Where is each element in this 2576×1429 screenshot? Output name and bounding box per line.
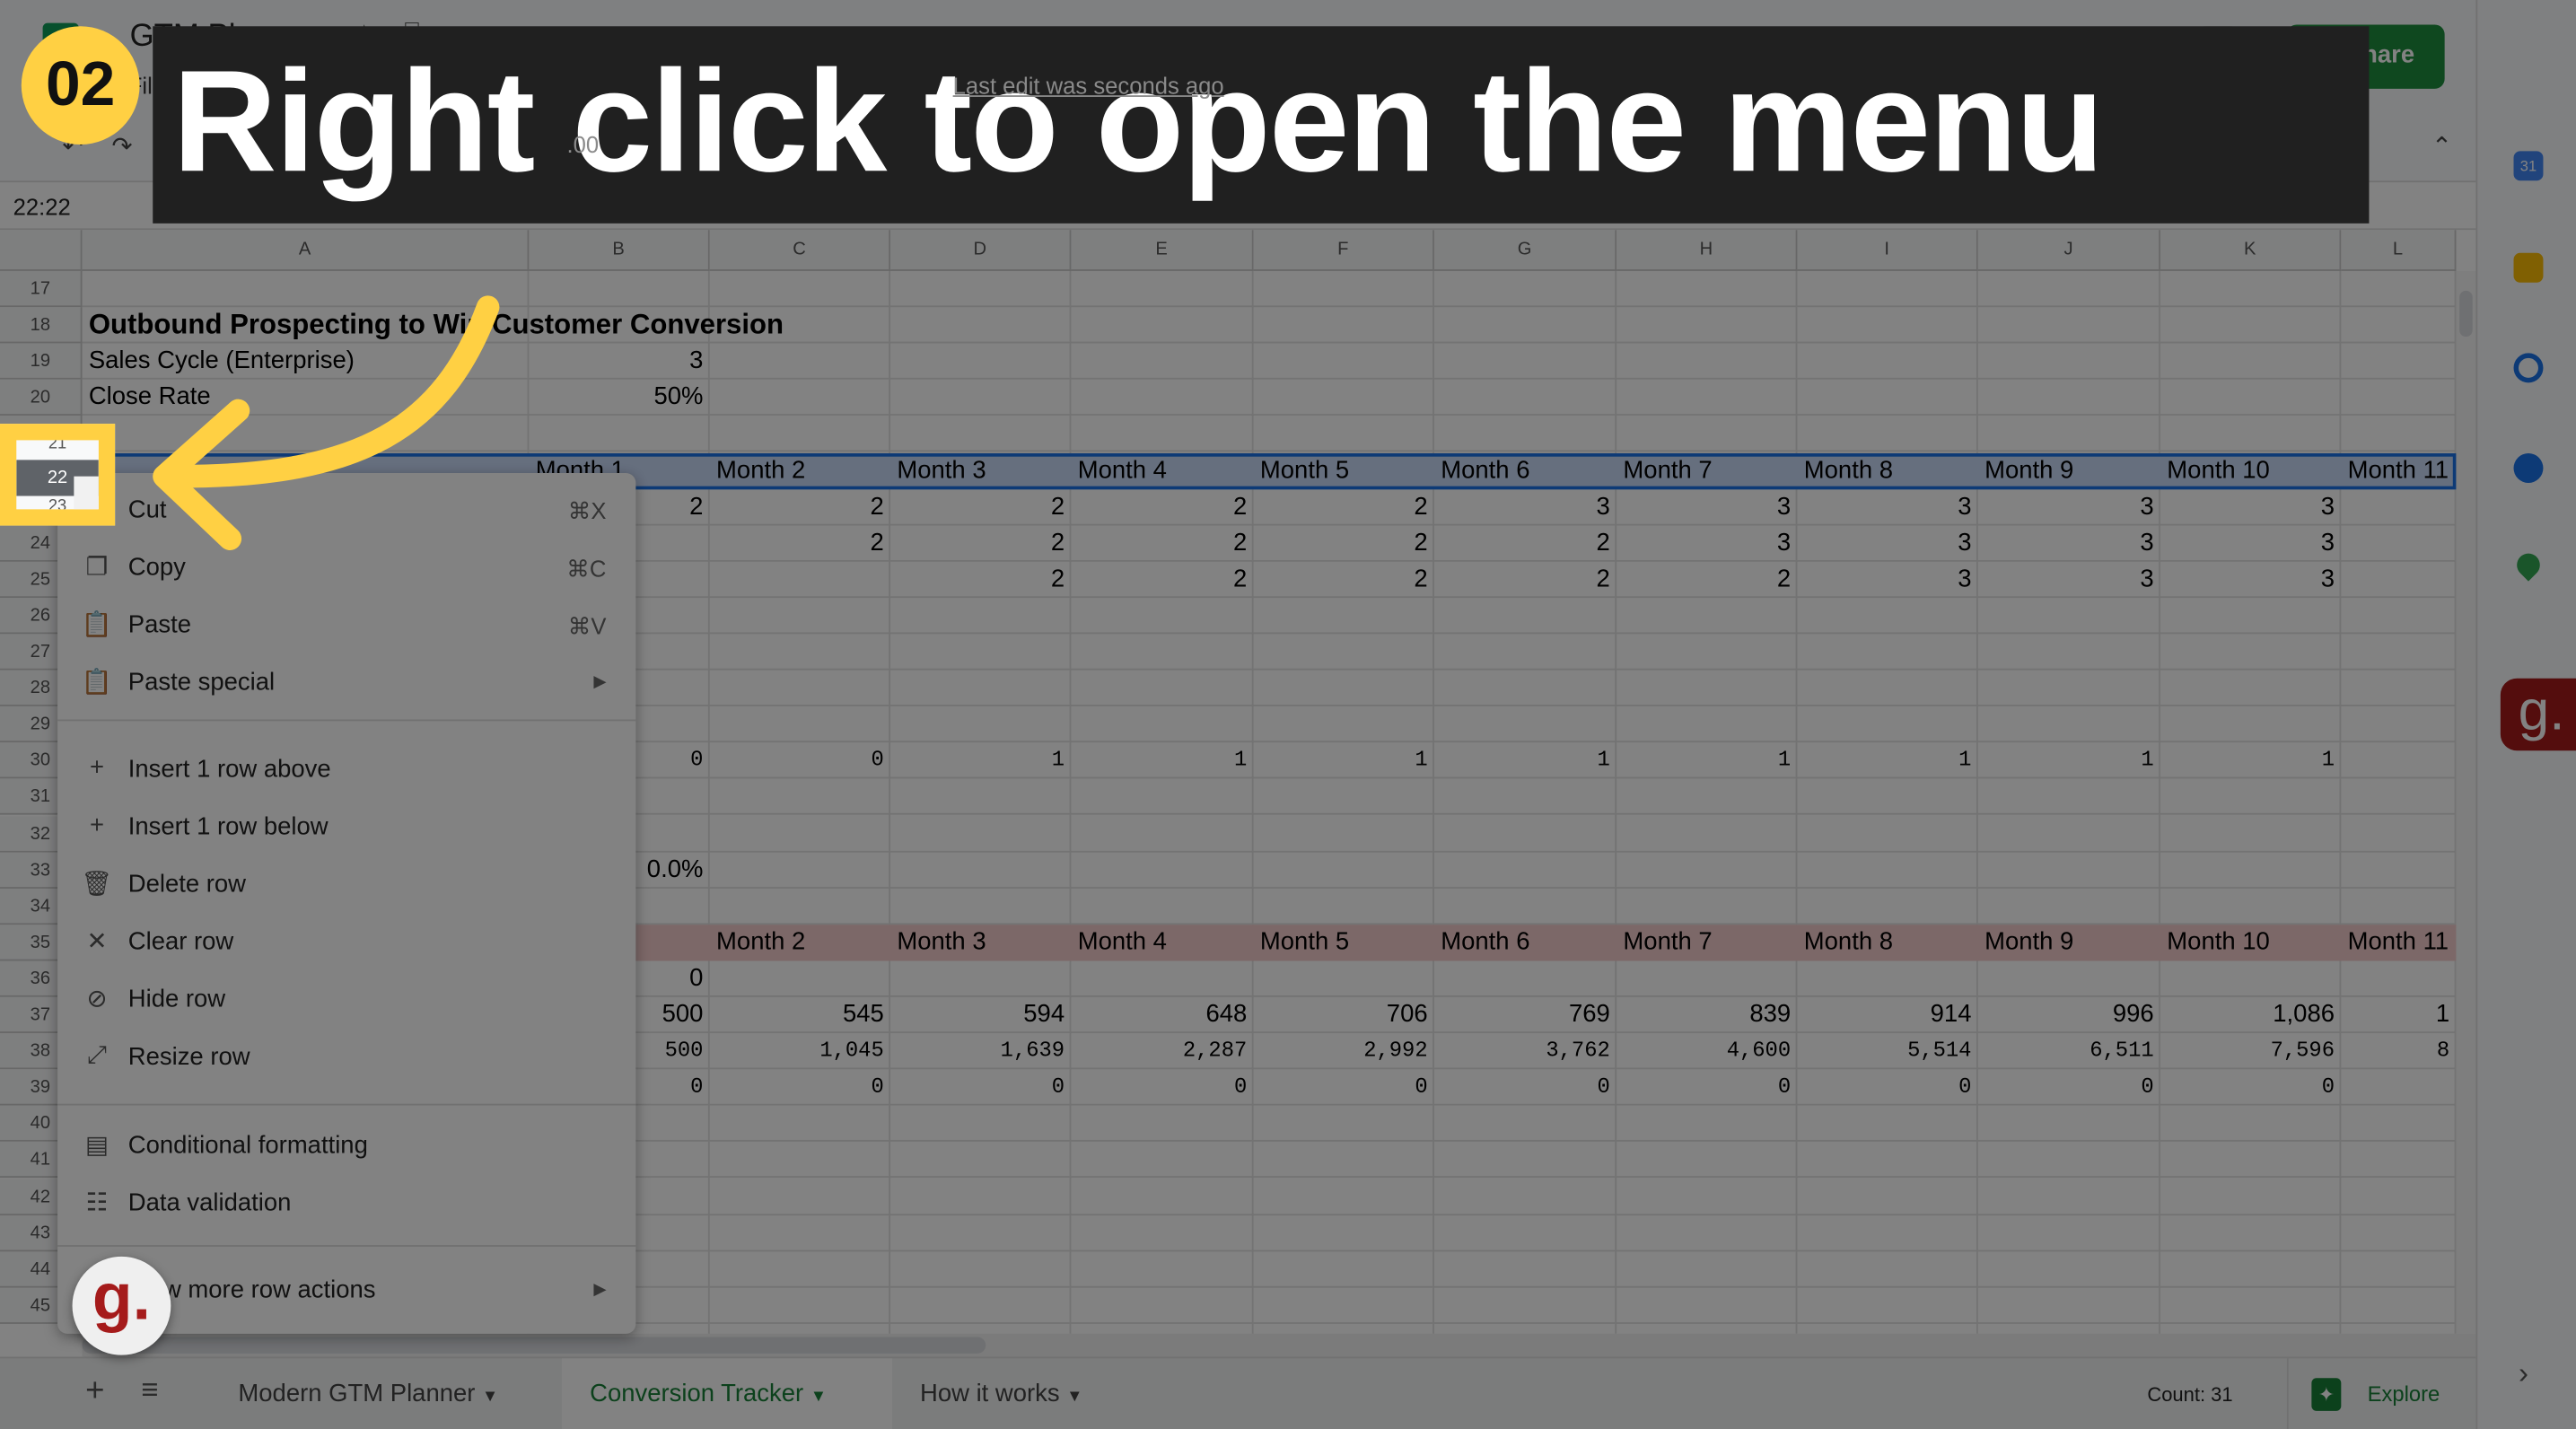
- decimal-button[interactable]: .00: [566, 131, 599, 157]
- screen: GTM Planner ☆ ⎘ ☁ FileEditViewInsertForm…: [0, 0, 2576, 1429]
- arrow-curve: [169, 295, 500, 488]
- last-edit-link[interactable]: Last edit was seconds ago: [953, 73, 1224, 99]
- brand-mark: g.: [92, 1261, 151, 1334]
- instruction-banner: Right click to open the menu: [153, 26, 2370, 224]
- step-badge: 02: [21, 26, 140, 145]
- brand-floating-button[interactable]: g.: [72, 1256, 171, 1355]
- instruction-text: Right click to open the menu: [172, 39, 2104, 203]
